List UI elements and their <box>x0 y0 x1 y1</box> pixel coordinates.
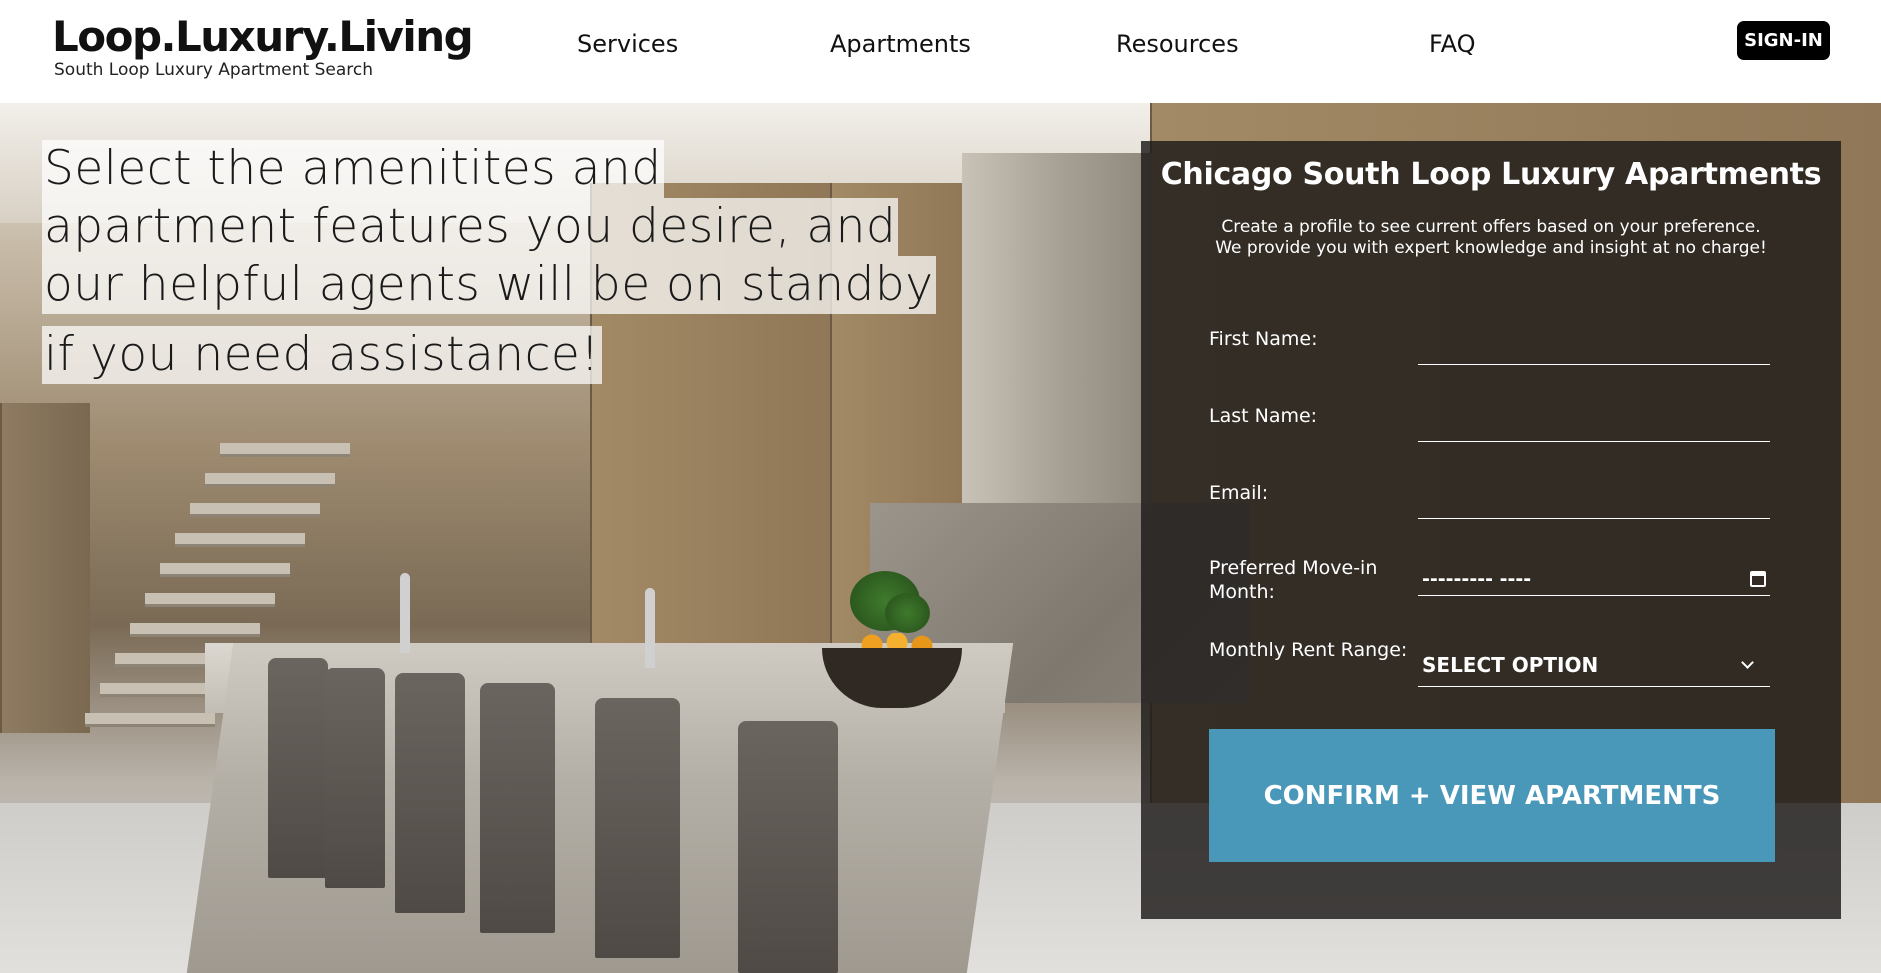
nav-faq[interactable]: FAQ <box>1429 30 1476 58</box>
move-in-label: Preferred Move-in Month: <box>1209 557 1378 603</box>
form-title: Chicago South Loop Luxury Apartments <box>1160 157 1822 192</box>
logo[interactable]: Loop.Luxury.Living South Loop Luxury Apa… <box>52 12 474 80</box>
headline-line: our helpful agents will be on standby <box>42 256 936 314</box>
nav-services[interactable]: Services <box>577 30 678 58</box>
form-description: Create a profile to see current offers b… <box>1215 217 1767 258</box>
headline-line: if you need assistance! <box>42 326 602 384</box>
wall-panel <box>0 403 90 733</box>
bar-stool <box>738 721 838 973</box>
first-name-label: First Name: <box>1209 328 1318 350</box>
rent-range-label: Monthly Rent Range: <box>1209 639 1408 661</box>
site-header: Loop.Luxury.Living South Loop Luxury Apa… <box>0 0 1881 103</box>
signup-form-panel: Chicago South Loop Luxury Apartments Cre… <box>1141 141 1841 919</box>
rent-range-select[interactable]: SELECT OPTION <box>1418 643 1770 687</box>
last-name-label: Last Name: <box>1209 405 1318 427</box>
move-in-month-input[interactable]: --------- ---- <box>1418 562 1770 596</box>
logo-subtitle: South Loop Luxury Apartment Search <box>54 60 373 80</box>
faucet <box>400 573 410 653</box>
confirm-view-apartments-button[interactable]: CONFIRM + VIEW APARTMENTS <box>1209 729 1775 862</box>
nav-apartments[interactable]: Apartments <box>830 30 971 58</box>
bar-stool <box>268 658 328 878</box>
email-field[interactable] <box>1418 485 1770 519</box>
faucet <box>645 588 655 668</box>
first-name-field[interactable] <box>1418 331 1770 365</box>
plant <box>885 593 930 633</box>
headline-line: apartment features you desire, and <box>42 198 899 256</box>
logo-title: Loop.Luxury.Living <box>52 12 474 61</box>
range-hood <box>962 153 1152 523</box>
calendar-icon[interactable] <box>1750 570 1766 587</box>
email-label: Email: <box>1209 482 1269 504</box>
bar-stool <box>395 673 465 913</box>
rent-range-value: SELECT OPTION <box>1422 652 1599 677</box>
bar-stool <box>480 683 555 933</box>
bar-stool <box>595 698 680 958</box>
nav-resources[interactable]: Resources <box>1116 30 1239 58</box>
last-name-field[interactable] <box>1418 408 1770 442</box>
move-in-value: --------- ---- <box>1422 567 1532 590</box>
headline-line: Select the amenitites and <box>42 140 664 198</box>
chevron-down-icon <box>1741 656 1754 669</box>
bar-stool <box>325 668 385 888</box>
hero-headline: Select the amenitites and apartment feat… <box>42 140 962 384</box>
sign-in-button[interactable]: SIGN-IN <box>1737 21 1830 60</box>
